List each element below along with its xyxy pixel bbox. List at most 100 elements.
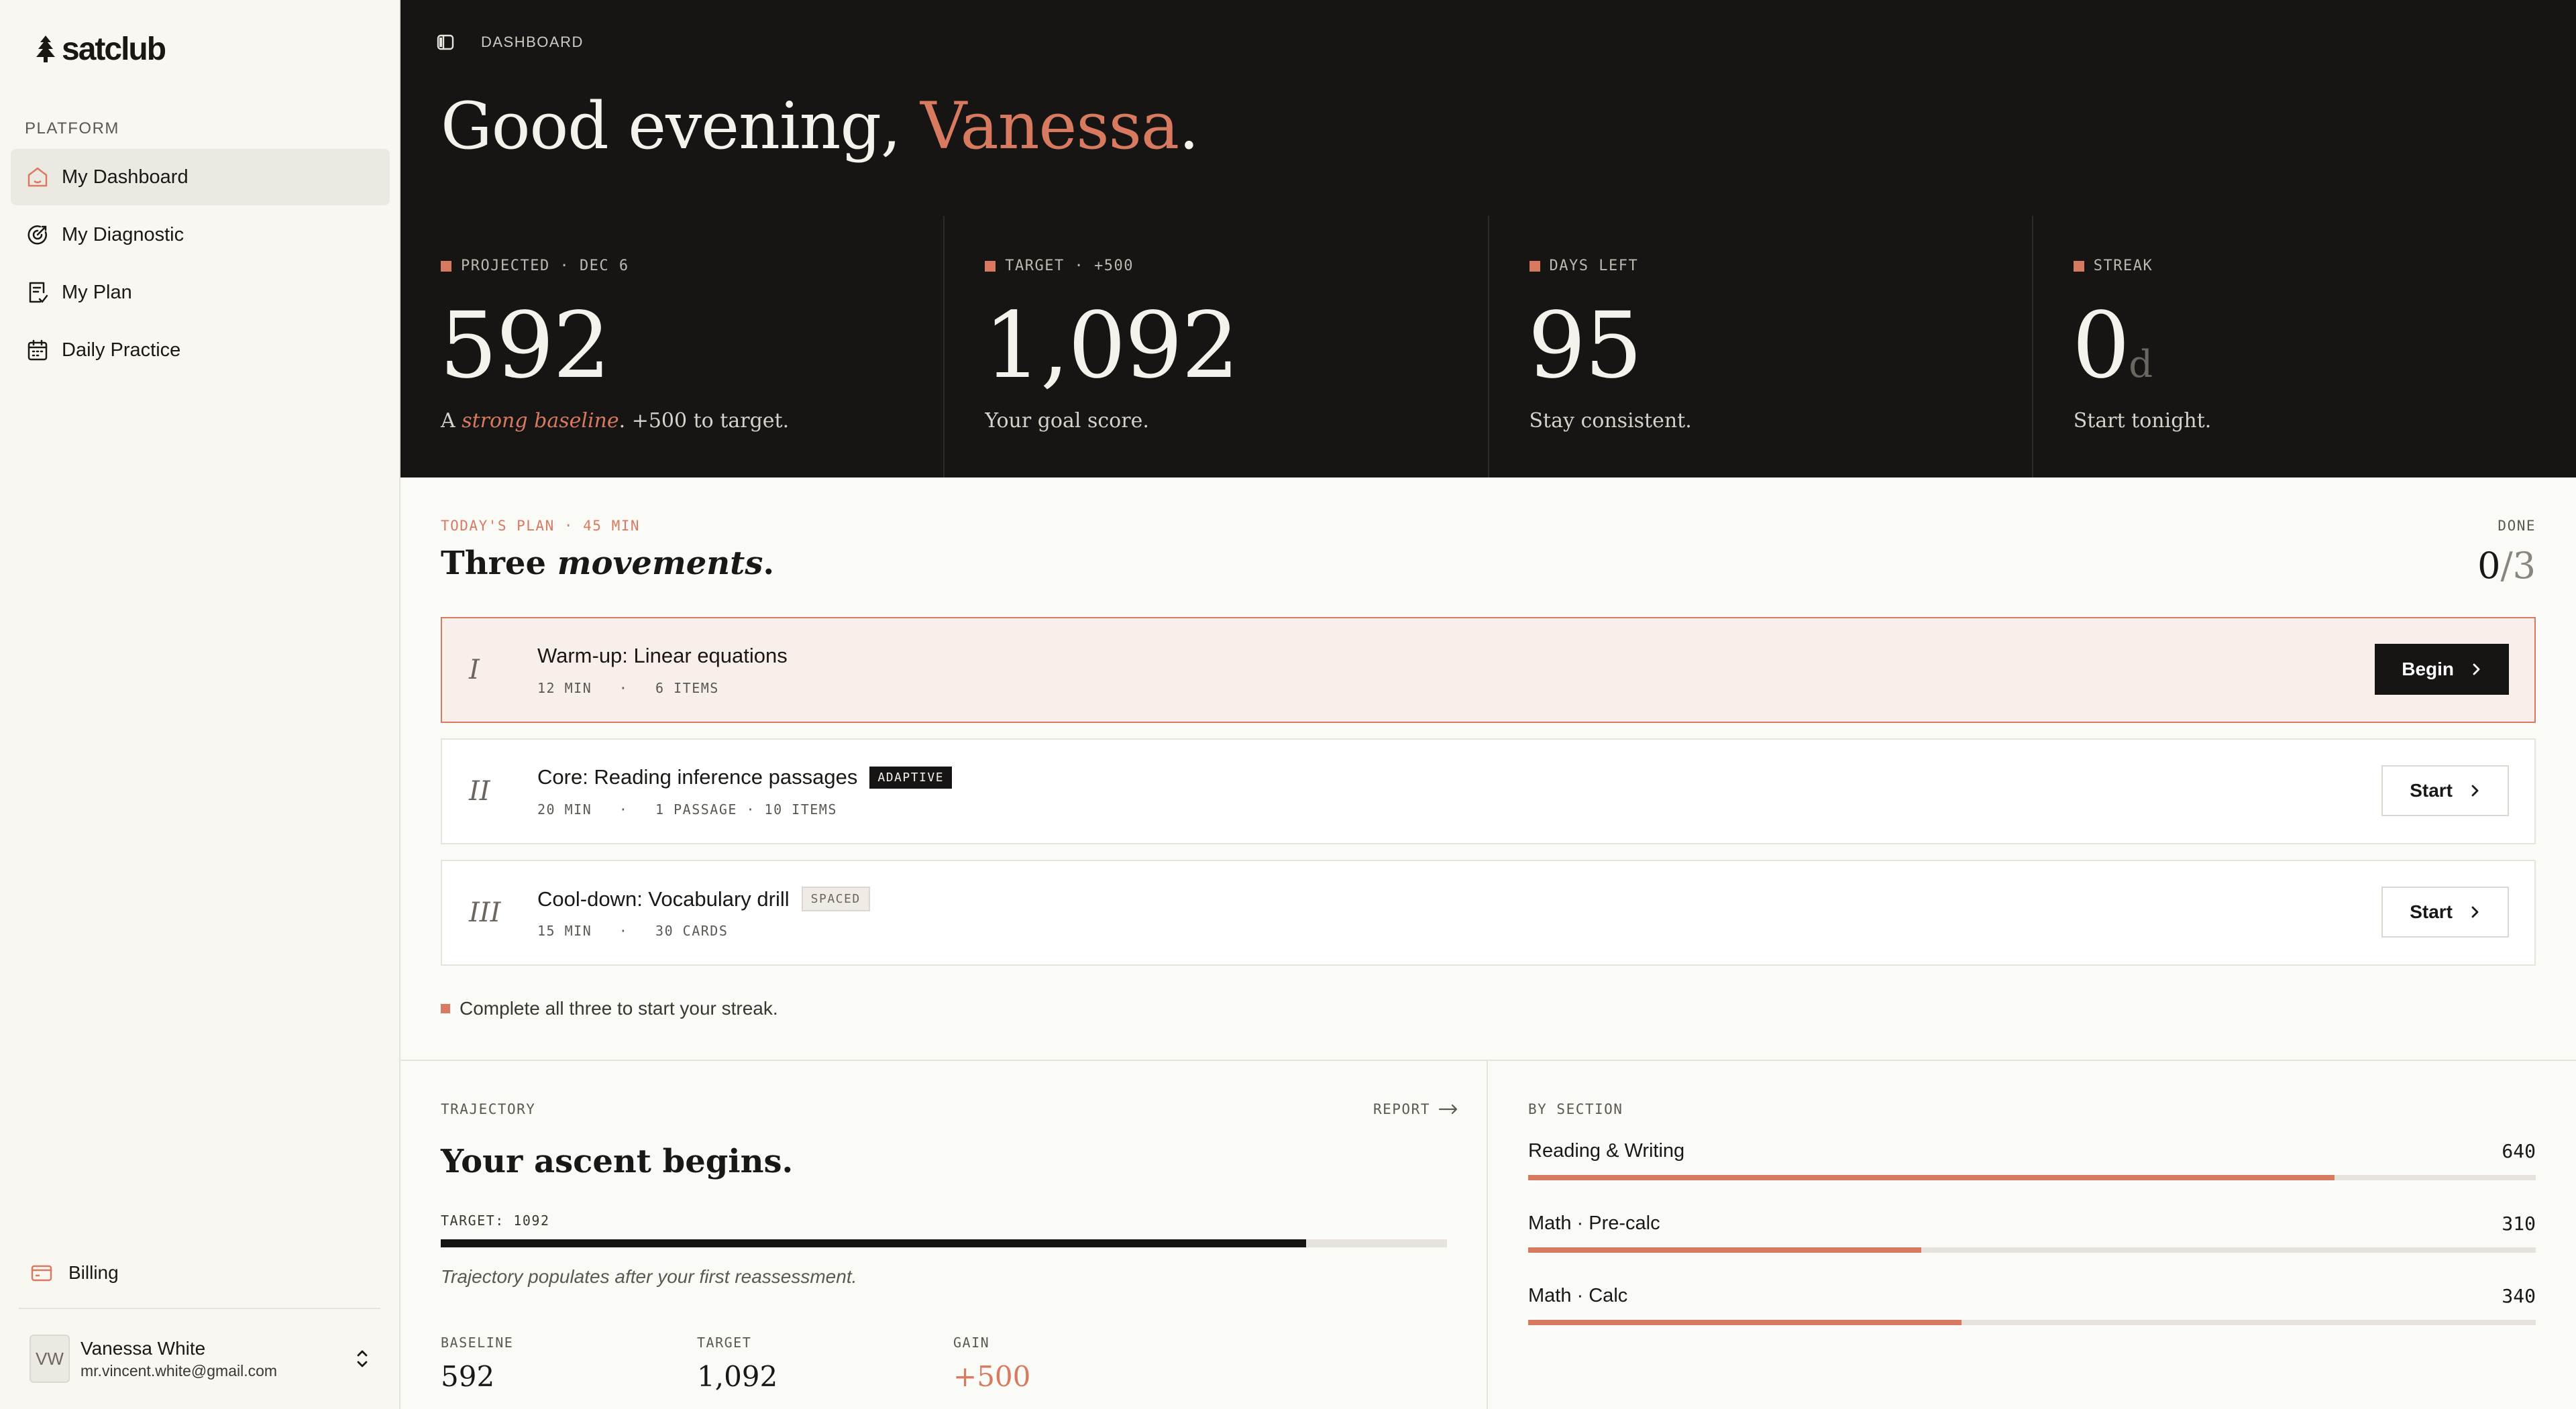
sidebar-item-label: My Dashboard (62, 166, 189, 188)
credit-card-icon (31, 1265, 52, 1282)
stat-sub: Stay consistent. (1529, 409, 1692, 433)
stat-sub: Start tonight. (2073, 409, 2212, 433)
gain-stat: GAIN +500 (953, 1335, 1210, 1393)
tree-icon (36, 35, 55, 62)
plan-note: Complete all three to start your streak. (441, 998, 778, 1019)
movement-title: Warm-up: Linear equations (537, 644, 788, 667)
stat-value: 1,092 (697, 1360, 778, 1393)
todays-plan: TODAY'S PLAN · 45 MIN Three movements. D… (400, 477, 2576, 1061)
stat-unit: d (2129, 343, 2153, 386)
done-label: DONE (2498, 518, 2536, 534)
plan-icon (29, 282, 48, 303)
section-bar-fill (1528, 1247, 1921, 1253)
target-stat: TARGET 1,092 (697, 1335, 953, 1393)
brand-name: satclub (62, 32, 166, 67)
section-bar (1528, 1247, 2536, 1253)
sidebar-divider (19, 1308, 380, 1309)
button-label: Start (2410, 901, 2453, 922)
stat-projected: PROJECTED · DEC 6 592 A strong baseline.… (400, 216, 945, 477)
adaptive-badge: ADAPTIVE (869, 766, 953, 789)
movement-title: Cool-down: Vocabulary drill (537, 887, 790, 911)
button-label: Begin (2402, 659, 2454, 679)
section-score: 640 (2502, 1140, 2536, 1162)
accent-square (2073, 260, 2084, 272)
section-kicker: BY SECTION (1528, 1101, 1623, 1117)
movement-meta: 15 MIN · 30 CARDS (537, 923, 729, 939)
section-name: Reading & Writing (1528, 1140, 1685, 1162)
hero-panel: DASHBOARD Good evening, Vanessa. PROJECT… (400, 0, 2576, 477)
target-label: TARGET: 1092 (441, 1213, 550, 1229)
movement-item[interactable]: II Core: Reading inference passages ADAP… (441, 738, 2536, 844)
movement-item[interactable]: I Warm-up: Linear equations 12 MIN · 6 I… (441, 617, 2536, 723)
section-row: Reading & Writing 640 (1528, 1140, 2536, 1213)
stat-sub-suffix: . +500 to target. (619, 409, 790, 433)
start-button[interactable]: Start (2381, 765, 2509, 816)
trajectory-title: Your ascent begins. (441, 1143, 794, 1180)
home-icon (28, 167, 48, 187)
greeting-suffix: . (1179, 89, 1199, 164)
movement-meta: 20 MIN · 1 PASSAGE · 10 ITEMS (537, 801, 837, 818)
stat-value: 95 (1527, 293, 1643, 399)
report-link[interactable]: REPORT (1373, 1101, 1458, 1117)
plan-title: Three movements. (441, 545, 774, 582)
greeting-prefix: Good evening, (441, 89, 920, 164)
stat-value: 592 (441, 1360, 495, 1393)
stats-row: PROJECTED · DEC 6 592 A strong baseline.… (400, 216, 2576, 477)
begin-button[interactable]: Begin (2375, 644, 2509, 695)
breadcrumb: DASHBOARD (435, 32, 584, 52)
stat-label: PROJECTED · DEC 6 (461, 258, 629, 274)
movement-numeral: III (469, 897, 501, 928)
done-count: 0 (2477, 545, 2501, 587)
stat-days-left: DAYS LEFT 95 Stay consistent. (1489, 216, 2033, 477)
sidebar-item-daily-practice[interactable]: Daily Practice (11, 322, 390, 378)
section-bar (1528, 1320, 2536, 1325)
nav-section-label: PLATFORM (25, 119, 119, 137)
accent-square (441, 260, 451, 272)
done-counter: 0/3 (2477, 545, 2536, 587)
section-row: Math · Pre-calc 310 (1528, 1213, 2536, 1285)
stat-label: BASELINE (441, 1335, 514, 1351)
stat-streak: STREAK 0d Start tonight. (2033, 216, 2576, 477)
brand-logo[interactable]: satclub (34, 31, 166, 68)
start-button[interactable]: Start (2381, 887, 2509, 938)
sidebar-item-label: My Plan (62, 281, 132, 303)
sidebar-item-dashboard[interactable]: My Dashboard (11, 149, 390, 205)
stat-label: STREAK (2093, 258, 2153, 274)
trajectory-progress-bar (441, 1239, 1447, 1247)
section-name: Math · Calc (1528, 1285, 1628, 1306)
sidebar-item-label: Daily Practice (62, 339, 181, 361)
movement-item[interactable]: III Cool-down: Vocabulary drill SPACED 1… (441, 860, 2536, 966)
plan-note-text: Complete all three to start your streak. (460, 998, 778, 1019)
billing-label: Billing (68, 1262, 119, 1283)
stat-label: DAYS LEFT (1549, 258, 1639, 274)
plan-title-suffix: . (763, 545, 775, 582)
target-icon (28, 225, 47, 245)
user-email: mr.vincent.white@gmail.com (80, 1361, 278, 1379)
trajectory-stats: BASELINE 592 TARGET 1,092 GAIN +500 (441, 1335, 1210, 1393)
sidebar-item-plan[interactable]: My Plan (11, 264, 390, 321)
section-list: Reading & Writing 640 Math · Pre-calc 31… (1528, 1140, 2536, 1357)
plan-kicker: TODAY'S PLAN · 45 MIN (441, 518, 641, 534)
sidebar-item-billing[interactable]: Billing (30, 1261, 119, 1285)
trajectory-panel: TRAJECTORY REPORT Your ascent begins. TA… (400, 1061, 1488, 1409)
stat-label: TARGET (697, 1335, 752, 1351)
chevron-right-icon (2471, 785, 2479, 797)
stat-sub: Your goal score. (985, 409, 1149, 433)
section-row: Math · Calc 340 (1528, 1285, 2536, 1357)
sidebar-toggle-icon[interactable] (435, 32, 455, 52)
user-menu[interactable]: VW Vanessa White mr.vincent.white@gmail.… (30, 1335, 372, 1383)
chevron-up-down-icon[interactable] (353, 1347, 372, 1371)
avatar: VW (30, 1335, 70, 1383)
sidebar-item-diagnostic[interactable]: My Diagnostic (11, 207, 390, 263)
sidebar: satclub PLATFORM My Dashboard My Diagnos… (0, 0, 400, 1409)
movement-numeral: I (469, 655, 480, 685)
arrow-right-icon (1438, 1104, 1457, 1115)
user-name: Vanessa White (80, 1337, 206, 1359)
stat-value: +500 (953, 1360, 1031, 1393)
section-name: Math · Pre-calc (1528, 1213, 1660, 1234)
stat-value: 1,092 (983, 293, 1239, 399)
stat-sub: A (441, 409, 462, 433)
section-bar-fill (1528, 1175, 2334, 1180)
calendar-icon (28, 339, 48, 361)
movement-title: Core: Reading inference passages (537, 765, 858, 789)
